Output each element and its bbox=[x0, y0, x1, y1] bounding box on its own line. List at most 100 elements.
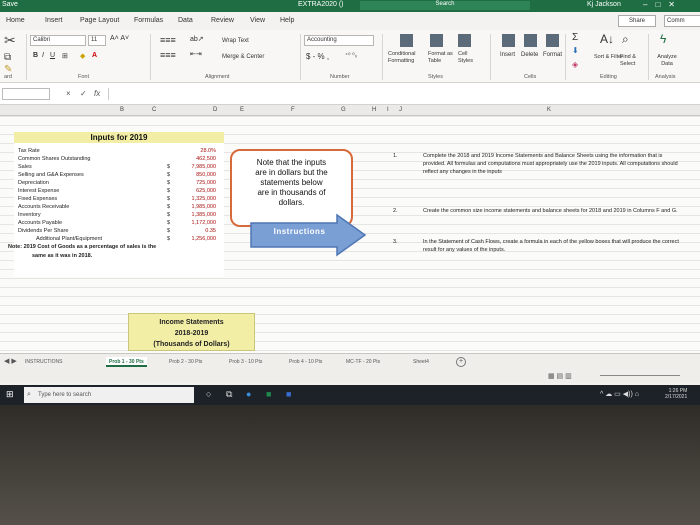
format-cells-icon[interactable] bbox=[546, 34, 559, 47]
input-row[interactable]: Tax Rate 28.0% bbox=[18, 148, 224, 156]
copy-icon[interactable]: ⧉ bbox=[4, 52, 11, 63]
tab-help[interactable]: Help bbox=[280, 17, 294, 24]
cell-styles-button[interactable]: Cell Styles bbox=[458, 51, 480, 65]
windows-start-icon[interactable]: ⊞ bbox=[6, 389, 14, 400]
font-name-box[interactable]: Calibri bbox=[30, 35, 86, 46]
sheet-tab-mctf[interactable]: MC-TF - 20 Pts bbox=[343, 357, 383, 367]
col-header-j[interactable]: J bbox=[399, 107, 402, 113]
sheet-tab-instructions[interactable]: INSTRUCTIONS bbox=[22, 357, 66, 367]
font-color-icon[interactable]: A bbox=[92, 52, 97, 59]
conditional-formatting-icon[interactable] bbox=[400, 34, 413, 47]
bold-button[interactable]: B bbox=[33, 52, 38, 59]
analyze-data-icon[interactable]: ϟ bbox=[660, 32, 666, 46]
format-as-table-button[interactable]: Format as Table bbox=[428, 51, 458, 65]
find-select-icon[interactable]: ⌕ bbox=[622, 32, 629, 47]
fx-icon[interactable]: fx bbox=[94, 89, 100, 98]
format-button[interactable]: Format bbox=[543, 52, 562, 58]
input-row[interactable]: Interest Expense $625,000 bbox=[18, 188, 224, 196]
input-row[interactable]: Fixed Expenses $1,325,000 bbox=[18, 196, 224, 204]
input-row[interactable]: Accounts Payable $1,172,000 bbox=[18, 220, 224, 228]
indent-icon[interactable]: ⇤⇥ bbox=[190, 50, 202, 58]
conditional-formatting-button[interactable]: Conditional Formatting bbox=[388, 51, 428, 65]
input-row[interactable]: Accounts Receivable $1,985,000 bbox=[18, 204, 224, 212]
col-header-b[interactable]: B bbox=[120, 107, 124, 113]
excel-taskbar-icon[interactable]: ■ bbox=[266, 389, 271, 399]
share-button[interactable]: Share bbox=[618, 15, 656, 27]
window-controls[interactable]: –□✕ bbox=[643, 0, 683, 9]
cancel-icon[interactable]: × bbox=[66, 89, 71, 98]
user-name[interactable]: Kj Jackson bbox=[587, 1, 621, 8]
add-sheet-icon[interactable]: + bbox=[456, 357, 466, 367]
sheet-tab-prob2[interactable]: Prob 2 - 30 Pts bbox=[166, 357, 205, 367]
save-button[interactable]: Save bbox=[2, 1, 18, 8]
col-header-d[interactable]: D bbox=[213, 107, 217, 113]
tab-review[interactable]: Review bbox=[211, 17, 234, 24]
zoom-slider[interactable] bbox=[600, 375, 680, 376]
tab-data[interactable]: Data bbox=[178, 17, 193, 24]
clear-icon[interactable]: ◈ bbox=[572, 60, 578, 69]
number-format-box[interactable]: Accounting bbox=[304, 35, 374, 46]
tab-formulas[interactable]: Formulas bbox=[134, 17, 163, 24]
taskbar-search[interactable]: ⌕ Type here to search bbox=[24, 387, 194, 403]
sort-filter-icon[interactable]: A↓ bbox=[600, 32, 614, 46]
cortana-icon[interactable]: ○ bbox=[206, 389, 211, 399]
align-left-icon[interactable]: ≡≡≡ bbox=[160, 50, 176, 60]
tab-view[interactable]: View bbox=[250, 17, 265, 24]
col-header-g[interactable]: G bbox=[341, 107, 346, 113]
clock[interactable]: 1:26 PM 2/17/2021 bbox=[665, 388, 687, 400]
system-tray-icons[interactable]: ^ ☁ ▭ ◀)) ⌂ bbox=[600, 390, 639, 398]
borders-icon[interactable]: ⊞ bbox=[62, 52, 68, 60]
name-box[interactable] bbox=[2, 88, 50, 100]
insert-button[interactable]: Insert bbox=[500, 52, 515, 58]
sheet-tab-sheet4[interactable]: Sheet4 bbox=[410, 357, 432, 367]
word-taskbar-icon[interactable]: ■ bbox=[286, 389, 291, 399]
font-size-box[interactable]: 11 bbox=[88, 35, 106, 46]
input-row[interactable]: Dividends Per Share $0.35 bbox=[18, 228, 224, 236]
col-header-e[interactable]: E bbox=[240, 107, 244, 113]
cogs-note-line1[interactable]: Note: 2019 Cost of Goods as a percentage… bbox=[8, 244, 218, 250]
task-view-icon[interactable]: ⧉ bbox=[226, 389, 232, 400]
tab-home[interactable]: Home bbox=[6, 17, 25, 24]
cut-icon[interactable]: ✂ bbox=[4, 32, 16, 49]
col-header-h[interactable]: H bbox=[372, 107, 376, 113]
decimal-icon[interactable]: ⁺⁰ ⁰₀ bbox=[345, 52, 357, 59]
sheet-tab-prob4[interactable]: Prob 4 - 10 Pts bbox=[286, 357, 325, 367]
view-mode-icons[interactable]: ▦ ▤ ▥ bbox=[548, 372, 572, 380]
analyze-data-button[interactable]: Analyze Data bbox=[652, 54, 682, 68]
underline-button[interactable]: U bbox=[50, 52, 55, 59]
income-statement-header[interactable]: Income Statements 2018-2019 (Thousands o… bbox=[128, 313, 255, 351]
fill-color-icon[interactable]: ◆ bbox=[80, 52, 85, 60]
merge-center-button[interactable]: Merge & Center bbox=[222, 54, 264, 60]
input-row[interactable]: Inventory $1,385,000 bbox=[18, 212, 224, 220]
find-select-button[interactable]: Find & Select bbox=[620, 54, 646, 68]
delete-button[interactable]: Delete bbox=[521, 52, 538, 58]
sheet-nav-icon[interactable]: ◀ ▶ bbox=[4, 357, 17, 365]
font-grow-icon[interactable]: A˄ A˅ bbox=[110, 35, 129, 42]
cogs-note-line2[interactable]: same as it was in 2018. bbox=[32, 253, 242, 259]
sheet-tab-prob3[interactable]: Prob 3 - 10 Pts bbox=[226, 357, 265, 367]
insert-cells-icon[interactable] bbox=[502, 34, 515, 47]
sheet-tab-prob1[interactable]: Prob 1 - 30 Pts bbox=[106, 357, 147, 367]
input-row[interactable]: Common Shares Outstanding 462,500 bbox=[18, 156, 224, 164]
currency-buttons[interactable]: $ - % , bbox=[306, 52, 329, 61]
enter-icon[interactable]: ✓ bbox=[80, 89, 87, 98]
input-row[interactable]: Selling and G&A Expenses $850,000 bbox=[18, 172, 224, 180]
input-row[interactable]: Sales $7,985,000 bbox=[18, 164, 224, 172]
input-row[interactable]: Additional Plant/Equipment $1,256,000 bbox=[18, 236, 224, 244]
tab-page-layout[interactable]: Page Layout bbox=[80, 17, 119, 24]
formula-input[interactable] bbox=[108, 88, 693, 100]
orientation-icon[interactable]: ab↗ bbox=[190, 35, 204, 43]
comments-button[interactable]: Comm bbox=[664, 15, 700, 27]
delete-cells-icon[interactable] bbox=[524, 34, 537, 47]
col-header-i[interactable]: I bbox=[387, 107, 389, 113]
col-header-c[interactable]: C bbox=[152, 107, 156, 113]
align-top-icon[interactable]: ≡≡≡ bbox=[160, 35, 176, 45]
title-search-box[interactable]: Search bbox=[360, 1, 530, 10]
fill-icon[interactable]: ⬇ bbox=[572, 46, 579, 55]
instructions-arrow[interactable]: Instructions bbox=[249, 213, 369, 257]
worksheet-grid[interactable]: Inputs for 2019 Tax Rate 28.0% Common Sha… bbox=[0, 116, 700, 353]
format-as-table-icon[interactable] bbox=[430, 34, 443, 47]
inputs-title[interactable]: Inputs for 2019 bbox=[14, 132, 224, 143]
cell-styles-icon[interactable] bbox=[458, 34, 471, 47]
wrap-text-button[interactable]: Wrap Text bbox=[222, 38, 249, 44]
